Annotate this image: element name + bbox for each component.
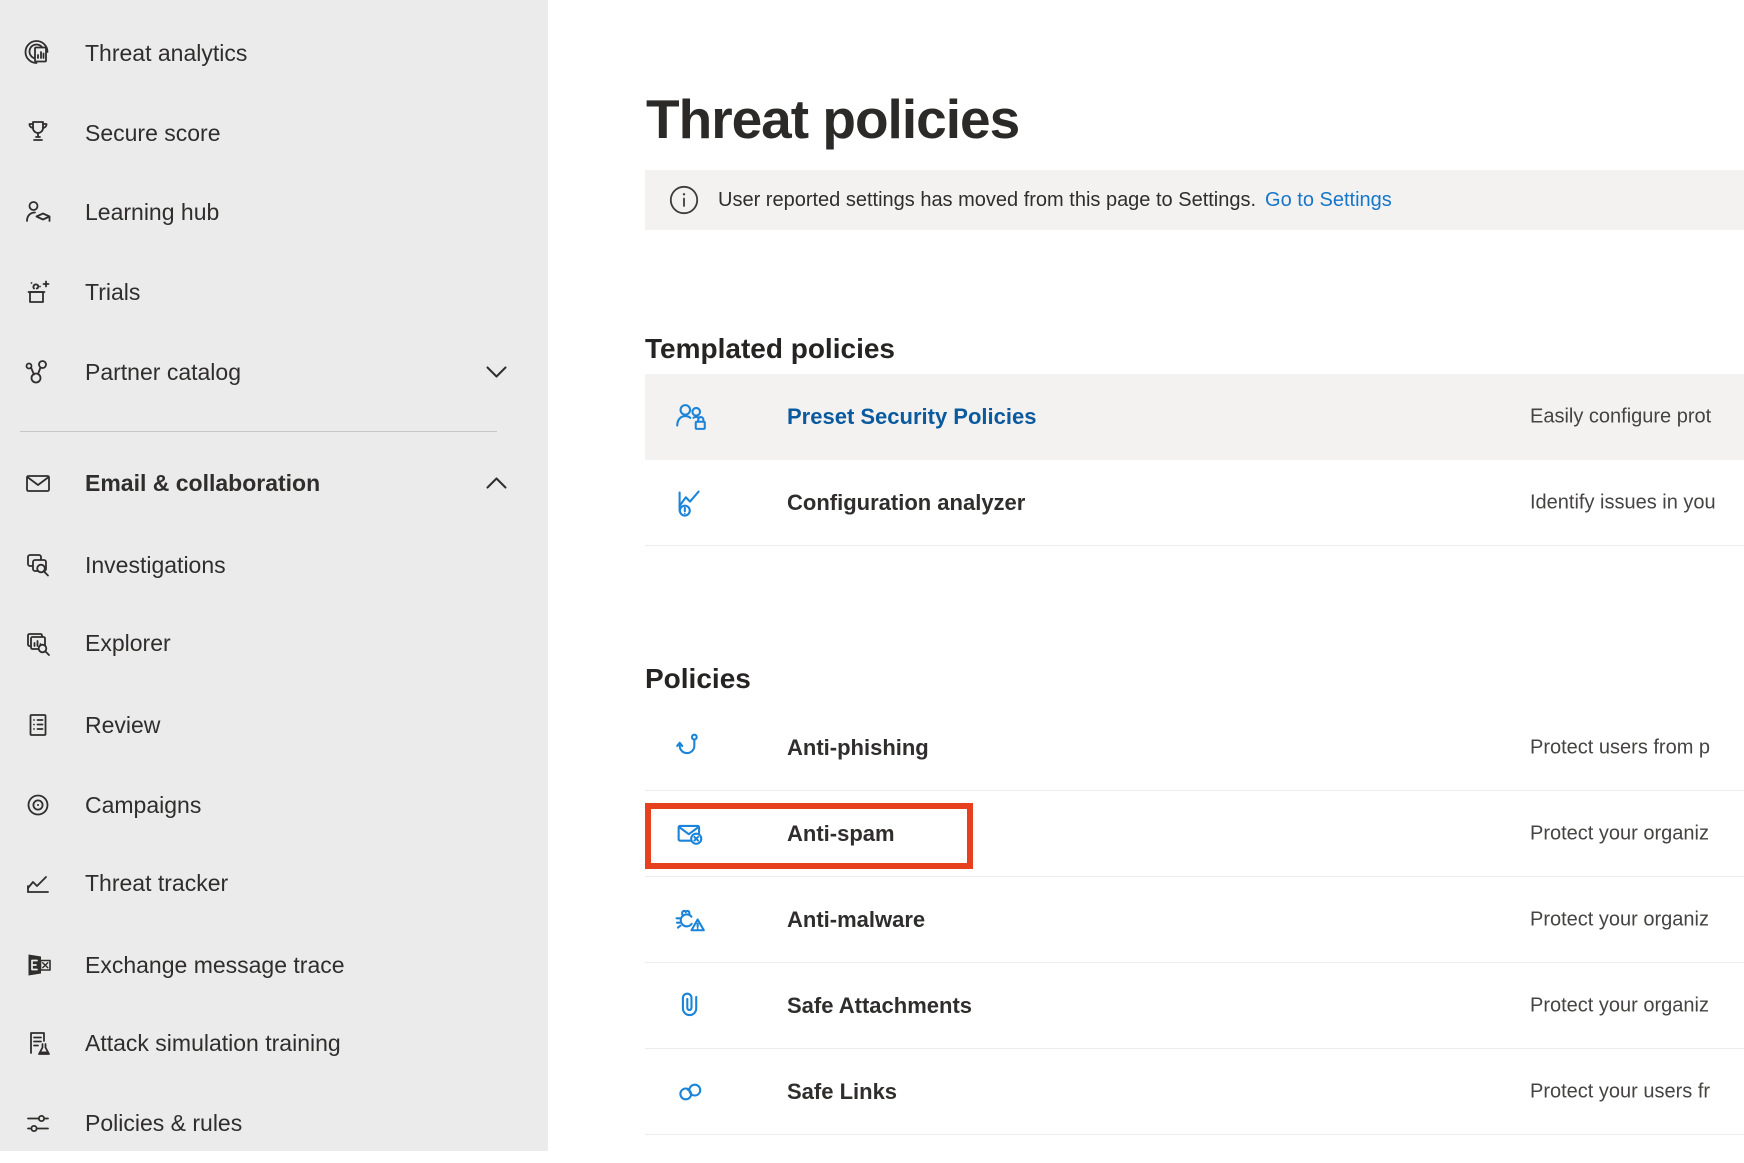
bug-warning-icon [672,901,710,939]
row-anti-spam[interactable]: Anti-spam Protect your organiz [645,791,1744,877]
sidebar-item-label: Attack simulation training [85,1030,341,1057]
sidebar-item-label: Threat analytics [85,40,247,67]
info-icon [668,184,700,216]
sidebar-item-label: Trials [85,279,140,306]
anti-phishing-link[interactable]: Anti-phishing [787,735,929,761]
sidebar-item-email-collaboration[interactable]: Email & collaboration [0,443,548,523]
sidebar-item-label: Secure score [85,120,221,147]
row-divider [645,545,1744,546]
chat-search-icon [22,549,54,581]
sidebar-item-trials[interactable]: Trials [0,252,548,332]
sidebar-item-label: Learning hub [85,199,219,226]
chevron-up-icon[interactable] [483,474,510,492]
row-description: Protect your users fr [1530,1081,1710,1104]
bullseye-icon [22,789,54,821]
envelope-icon [22,467,54,499]
sidebar-item-policies-rules[interactable]: Policies & rules [0,1083,548,1163]
sidebar-item-attack-simulation-training[interactable]: Attack simulation training [0,1003,548,1083]
chart-alert-icon [672,484,710,522]
sidebar-item-label: Campaigns [85,792,201,819]
row-description: Protect your organiz [1530,995,1709,1018]
row-safe-attachments[interactable]: Safe Attachments Protect your organiz [645,963,1744,1049]
sidebar-item-label: Partner catalog [85,359,241,386]
people-lock-icon [672,398,710,436]
sidebar-item-learning-hub[interactable]: Learning hub [0,172,548,252]
row-description: Easily configure prot [1530,406,1711,429]
safe-links-link[interactable]: Safe Links [787,1079,897,1105]
sidebar-item-explorer[interactable]: Explorer [0,603,548,683]
person-graduation-icon [22,196,54,228]
magic-box-icon [22,276,54,308]
page-title: Threat policies [646,83,1019,155]
info-banner: User reported settings has moved from th… [645,170,1744,230]
row-safe-links[interactable]: Safe Links Protect your users fr [645,1049,1744,1135]
row-anti-phishing[interactable]: Anti-phishing Protect users from p [645,705,1744,791]
sidebar-item-label: Threat tracker [85,870,228,897]
main-content: Threat policies User reported settings h… [548,0,1744,1151]
sidebar-item-label: Email & collaboration [85,470,320,497]
anti-spam-link[interactable]: Anti-spam [787,821,895,847]
fish-hook-icon [672,729,710,767]
sidebar-item-label: Policies & rules [85,1110,242,1137]
sidebar-item-label: Investigations [85,552,226,579]
clipboard-list-icon [22,709,54,741]
pages-search-icon [22,627,54,659]
sidebar-item-label: Exchange message trace [85,952,345,979]
sidebar-item-review[interactable]: Review [0,685,548,765]
row-configuration-analyzer[interactable]: Configuration analyzer Identify issues i… [645,460,1744,546]
exchange-logo-icon [22,949,54,981]
go-to-settings-link[interactable]: Go to Settings [1265,189,1392,212]
chevron-down-icon[interactable] [483,363,510,381]
document-flask-icon [22,1027,54,1059]
sidebar-item-threat-tracker[interactable]: Threat tracker [0,843,548,923]
sidebar-item-exchange-message-trace[interactable]: Exchange message trace [0,925,548,1005]
row-preset-security-policies[interactable]: Preset Security Policies Easily configur… [645,374,1744,460]
sliders-icon [22,1107,54,1139]
sidebar-item-secure-score[interactable]: Secure score [0,93,548,173]
sidebar-item-partner-catalog[interactable]: Partner catalog [0,332,548,412]
sidebar-item-label: Review [85,712,160,739]
trophy-icon [22,117,54,149]
sidebar-item-threat-analytics[interactable]: Threat analytics [0,13,548,93]
envelope-block-icon [672,815,710,853]
row-description: Protect your organiz [1530,823,1709,846]
sidebar-divider [20,431,497,432]
row-anti-malware[interactable]: Anti-malware Protect your organiz [645,877,1744,963]
row-divider [645,1134,1744,1135]
threat-analytics-icon [22,37,54,69]
configuration-analyzer-link[interactable]: Configuration analyzer [787,490,1025,516]
sidebar: Threat analytics Secure score Learning h… [0,0,548,1151]
molecule-icon [22,356,54,388]
line-chart-icon [22,867,54,899]
anti-malware-link[interactable]: Anti-malware [787,907,925,933]
row-description: Protect users from p [1530,737,1710,760]
row-description: Identify issues in you [1530,492,1716,515]
templated-policies-heading: Templated policies [645,329,895,369]
chain-links-icon [672,1073,710,1111]
paperclip-icon [672,987,710,1025]
sidebar-item-investigations[interactable]: Investigations [0,525,548,605]
banner-message: User reported settings has moved from th… [718,189,1256,212]
sidebar-item-campaigns[interactable]: Campaigns [0,765,548,845]
row-description: Protect your organiz [1530,909,1709,932]
safe-attachments-link[interactable]: Safe Attachments [787,993,972,1019]
preset-security-policies-link[interactable]: Preset Security Policies [787,404,1036,430]
sidebar-item-label: Explorer [85,630,171,657]
policies-heading: Policies [645,659,751,699]
threat-policies-page: { "header": { "title": "Threat policies"… [0,0,1744,1151]
